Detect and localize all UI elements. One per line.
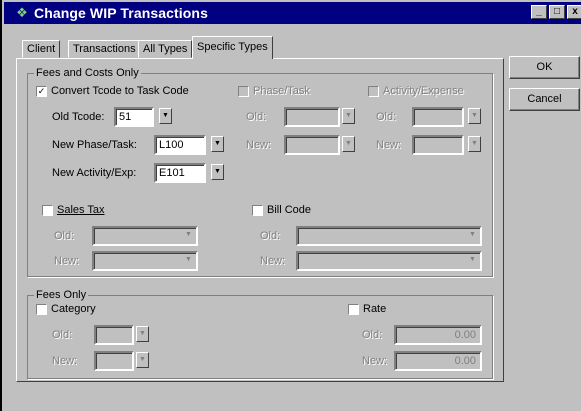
activity-new-dropdown[interactable]: ▼ — [468, 136, 481, 152]
activity-expense-checkbox[interactable] — [368, 86, 379, 97]
chevron-down-icon: ▼ — [185, 256, 192, 263]
bill-code-new-label: New: — [260, 255, 286, 267]
old-tcode-label: Old Tcode: — [52, 111, 105, 123]
sales-tax-label: Sales Tax — [57, 204, 105, 216]
close-button[interactable]: x — [567, 5, 581, 19]
tab-client[interactable]: Client — [22, 40, 61, 58]
phase-task-checkbox[interactable] — [238, 86, 249, 97]
phase-new-field[interactable] — [284, 135, 340, 155]
old-tcode-dropdown[interactable]: ▼ — [159, 108, 172, 124]
chevron-down-icon: ▼ — [345, 112, 352, 119]
category-old-dropdown[interactable]: ▼ — [136, 326, 149, 342]
maximize-button[interactable]: □ — [549, 5, 565, 19]
convert-checkbox[interactable]: ✓ — [36, 86, 47, 97]
rate-label: Rate — [363, 303, 387, 315]
category-label: Category — [51, 303, 96, 315]
phase-new-label: New: — [246, 139, 272, 151]
category-new-field[interactable] — [94, 351, 134, 371]
chevron-down-icon: ▼ — [162, 112, 169, 119]
fees-only-group: Fees Only Category Old: ▼ New: ▼ Rate Ol… — [27, 289, 493, 379]
cancel-button[interactable]: Cancel — [509, 88, 580, 111]
chevron-down-icon: ▼ — [214, 140, 221, 147]
chevron-down-icon: ▼ — [471, 112, 478, 119]
tab-specific-types[interactable]: Specific Types — [192, 36, 273, 59]
chevron-down-icon: ▼ — [185, 231, 192, 238]
old-tcode-field[interactable]: 51 — [114, 107, 154, 127]
convert-label: Convert Tcode to Task Code — [51, 85, 189, 97]
activity-new-label: New: — [376, 139, 402, 151]
category-old-field[interactable] — [94, 325, 134, 345]
sales-tax-checkbox[interactable] — [42, 205, 53, 216]
tab-transactions[interactable]: Transactions — [68, 40, 141, 58]
chevron-down-icon: ▼ — [471, 140, 478, 147]
activity-old-field[interactable] — [412, 107, 464, 127]
bill-code-new-field[interactable] — [296, 251, 482, 271]
chevron-down-icon: ▼ — [214, 168, 221, 175]
category-new-label: New: — [52, 355, 78, 367]
fees-costs-legend: Fees and Costs Only — [34, 67, 141, 79]
rate-old-label: Old: — [362, 329, 383, 341]
chevron-down-icon: ▼ — [469, 256, 476, 263]
bill-code-old-field[interactable] — [296, 226, 482, 246]
chevron-down-icon: ▼ — [139, 356, 146, 363]
minimize-button[interactable]: _ — [531, 5, 547, 19]
activity-old-label: Old: — [376, 111, 397, 123]
activity-expense-label: Activity/Expense — [383, 85, 464, 97]
tab-panel: Fees and Costs Only ✓ Convert Tcode to T… — [16, 58, 504, 382]
bill-code-old-label: Old: — [260, 230, 281, 242]
sales-tax-old-dropdown[interactable]: ▼ — [182, 228, 195, 244]
chevron-down-icon: ▼ — [469, 231, 476, 238]
phase-old-field[interactable] — [284, 107, 340, 127]
fees-only-legend: Fees Only — [34, 289, 89, 301]
new-phase-dropdown[interactable]: ▼ — [211, 136, 224, 152]
bill-code-checkbox[interactable] — [252, 205, 263, 216]
bill-code-old-dropdown[interactable]: ▼ — [466, 228, 479, 244]
activity-old-dropdown[interactable]: ▼ — [468, 108, 481, 124]
category-old-label: Old: — [52, 329, 73, 341]
check-icon: ✓ — [37, 86, 46, 96]
window-title: Change WIP Transactions — [34, 5, 208, 21]
activity-new-field[interactable] — [412, 135, 464, 155]
phase-old-label: Old: — [246, 111, 267, 123]
dialog-window: ❖ Change WIP Transactions _ □ x Client T… — [0, 0, 581, 411]
new-phase-label: New Phase/Task: — [52, 139, 137, 151]
rate-old-field[interactable]: 0.00 — [394, 325, 482, 345]
sales-tax-old-label: Old: — [54, 230, 75, 242]
sales-tax-new-label: New: — [54, 255, 80, 267]
ok-button[interactable]: OK — [509, 56, 580, 79]
app-icon: ❖ — [16, 5, 28, 20]
chevron-down-icon: ▼ — [345, 140, 352, 147]
chevron-down-icon: ▼ — [139, 330, 146, 337]
rate-checkbox[interactable] — [348, 304, 359, 315]
category-new-dropdown[interactable]: ▼ — [136, 352, 149, 368]
title-bar[interactable]: ❖ Change WIP Transactions _ □ x — [4, 2, 581, 24]
fees-costs-group: Fees and Costs Only ✓ Convert Tcode to T… — [27, 67, 493, 277]
sales-tax-new-dropdown[interactable]: ▼ — [182, 253, 195, 269]
rate-new-field[interactable]: 0.00 — [394, 351, 482, 371]
new-activity-label: New Activity/Exp: — [52, 167, 137, 179]
new-activity-dropdown[interactable]: ▼ — [211, 164, 224, 180]
bill-code-label: Bill Code — [267, 204, 312, 216]
phase-task-label: Phase/Task — [253, 85, 310, 97]
new-activity-field[interactable]: E101 — [154, 163, 206, 183]
tab-all-types[interactable]: All Types — [138, 40, 193, 58]
bill-code-new-dropdown[interactable]: ▼ — [466, 253, 479, 269]
phase-new-dropdown[interactable]: ▼ — [342, 136, 355, 152]
category-checkbox[interactable] — [36, 304, 47, 315]
rate-new-label: New: — [362, 355, 388, 367]
phase-old-dropdown[interactable]: ▼ — [342, 108, 355, 124]
new-phase-field[interactable]: L100 — [154, 135, 206, 155]
